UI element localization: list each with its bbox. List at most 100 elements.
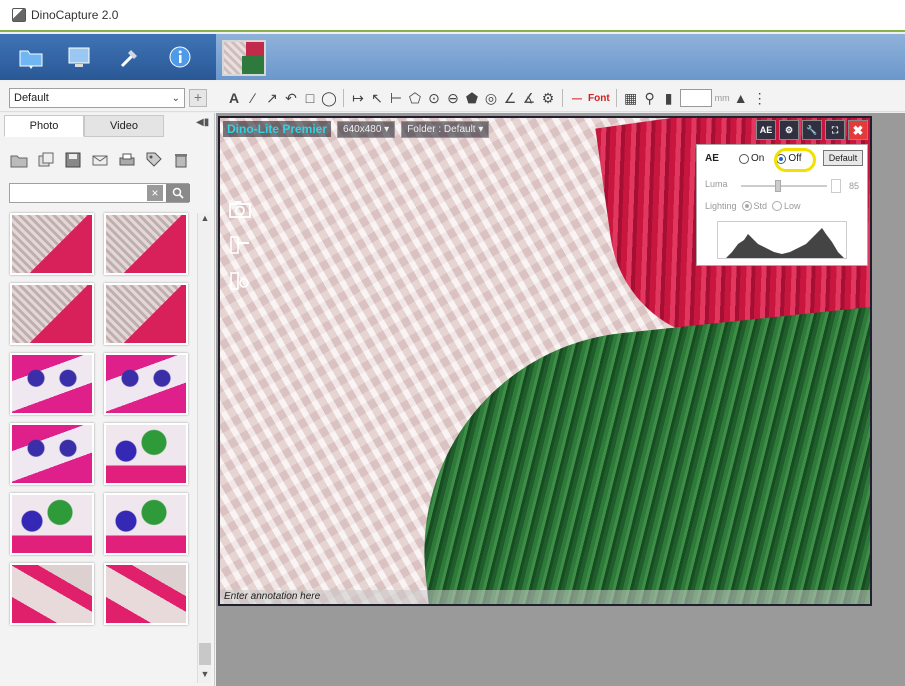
ruler-icon[interactable]: ▮	[661, 88, 677, 108]
print-icon[interactable]	[118, 151, 136, 169]
concentric-tool-icon[interactable]: ◎	[483, 88, 499, 108]
ae-settings-button[interactable]: AE	[756, 120, 776, 140]
gallery-thumbnail[interactable]	[10, 353, 94, 415]
add-profile-button[interactable]: +	[189, 89, 207, 107]
open-folder-icon[interactable]	[10, 151, 28, 169]
angle-tool-icon[interactable]: ∠	[502, 88, 518, 108]
capture-controls	[228, 198, 252, 292]
lighting-std-radio[interactable]: Std	[741, 201, 767, 211]
timelapse-icon[interactable]	[228, 270, 252, 292]
cursor-pointer-icon: ↖	[371, 89, 383, 106]
zoom-icon[interactable]: ⚲	[642, 88, 658, 108]
histogram-graph	[726, 228, 844, 258]
tab-video[interactable]: Video	[84, 115, 164, 137]
info-button[interactable]	[163, 42, 197, 72]
folder-select[interactable]: Folder : Default ▾	[401, 120, 490, 138]
luma-label: Luma	[705, 179, 728, 189]
resolution-select[interactable]: 640x480 ▾	[337, 120, 396, 138]
toolbar-divider	[615, 89, 617, 107]
gallery-thumbnail[interactable]	[10, 283, 94, 345]
ae-on-radio[interactable]: On	[739, 153, 764, 164]
gallery-thumbnail[interactable]	[10, 493, 94, 555]
folder-button[interactable]	[14, 42, 48, 72]
calibration-tool-icon[interactable]: ⚙	[540, 88, 556, 108]
scrollbar-thumb[interactable]	[199, 643, 211, 665]
ae-on-label: On	[751, 153, 765, 164]
wrench-icon	[120, 50, 137, 68]
arrow-tool-icon[interactable]: ↗	[264, 88, 280, 108]
magnification-field[interactable]	[679, 89, 712, 107]
app-icon	[12, 8, 26, 22]
lighting-label: Lighting	[705, 201, 737, 211]
angle-arc-tool-icon[interactable]: ∡	[521, 88, 537, 108]
viewer-controls: AE ⚙ 🔧 ⛶ ✖	[756, 120, 868, 140]
distance-tool-icon[interactable]: ↦	[350, 88, 366, 108]
image-adjust-icon[interactable]: ▲	[733, 88, 749, 108]
gallery-thumbnail[interactable]	[10, 213, 94, 275]
collapse-sidebar-icon[interactable]: ◀▮	[196, 117, 209, 128]
gallery-actions	[10, 151, 190, 169]
radio-icon	[772, 201, 783, 211]
scroll-up-icon[interactable]: ▲	[198, 213, 212, 227]
camera-icon[interactable]	[228, 198, 252, 220]
thumbnail-grid	[6, 213, 194, 683]
drawing-tools: A ∕ ↗ ↶ □ ◯ ↦ ↖ ⊢ ⬠ ⊙ ⊖ ⬟ ◎ ∠ ∡ ⚙ ─ Font…	[226, 87, 768, 109]
toolbar-divider	[562, 89, 563, 107]
profile-select[interactable]: Default ⌄	[9, 88, 185, 108]
unit-select[interactable]: mm	[715, 93, 730, 103]
exposure-gear-icon[interactable]: ⚙	[779, 120, 799, 140]
luma-value: 85	[849, 181, 860, 191]
ae-button-label: AE	[759, 124, 773, 135]
circle-diameter-tool-icon[interactable]: ⊖	[445, 88, 461, 108]
gallery-thumbnail[interactable]	[104, 493, 188, 555]
luma-slider-handle[interactable]	[775, 180, 781, 192]
pentagon-tool-icon[interactable]: ⬟	[464, 88, 480, 108]
circle-center-tool-icon[interactable]: ⊙	[426, 88, 442, 108]
overflow-icon[interactable]: ⋮	[752, 88, 768, 108]
settings-wrench-icon[interactable]: 🔧	[802, 120, 822, 140]
gallery-thumbnail[interactable]	[10, 563, 94, 625]
auto-exposure-panel: AE On Off Default Luma 85 Lighting Std L…	[696, 144, 868, 266]
lighting-row: Lighting Std Low	[705, 199, 865, 213]
gallery-thumbnail[interactable]	[104, 423, 188, 485]
gallery-thumbnail[interactable]	[104, 283, 188, 345]
gallery-thumbnail[interactable]	[104, 563, 188, 625]
gallery-scrollbar[interactable]: ▲ ▼	[197, 213, 211, 683]
font-button[interactable]: Font	[588, 88, 610, 108]
live-preview-thumbnail[interactable]	[222, 40, 266, 76]
text-tool-icon[interactable]: A	[226, 88, 242, 108]
toolbar-divider	[343, 89, 344, 107]
rectangle-tool-icon[interactable]: □	[302, 88, 318, 108]
monitor-button[interactable]	[62, 42, 96, 72]
scroll-down-icon[interactable]: ▼	[198, 669, 212, 683]
line-tool-icon[interactable]: ∕	[245, 88, 261, 108]
email-icon[interactable]	[91, 151, 109, 169]
line-color-icon[interactable]: ─	[569, 88, 585, 108]
annotation-field[interactable]: Enter annotation here	[220, 590, 870, 604]
perpendicular-tool-icon[interactable]: ⊢	[388, 88, 404, 108]
ellipse-tool-icon[interactable]: ◯	[321, 88, 337, 108]
luma-stepper[interactable]	[831, 179, 841, 193]
lighting-low-radio[interactable]: Low	[772, 201, 801, 211]
main-nav-bar	[0, 34, 905, 80]
trash-icon[interactable]	[172, 151, 190, 169]
grid-icon[interactable]: ▦	[623, 88, 639, 108]
close-icon[interactable]: ✖	[848, 120, 868, 140]
search-button[interactable]	[166, 184, 190, 202]
ae-label: AE	[705, 153, 719, 164]
copy-icon[interactable]	[37, 151, 55, 169]
polygon-tool-icon[interactable]: ⬠	[407, 88, 423, 108]
default-button[interactable]: Default	[823, 150, 863, 166]
luma-slider[interactable]	[741, 185, 827, 187]
save-icon[interactable]	[64, 151, 82, 169]
timer-capture-icon[interactable]	[228, 234, 252, 256]
fullscreen-icon[interactable]: ⛶	[825, 120, 845, 140]
gallery-thumbnail[interactable]	[104, 213, 188, 275]
polyline-tool-icon[interactable]: ↶	[283, 88, 299, 108]
tag-icon[interactable]	[145, 151, 163, 169]
tools-button[interactable]	[112, 42, 146, 72]
tab-photo[interactable]: Photo	[4, 115, 84, 137]
clear-search-icon[interactable]: ×	[147, 185, 163, 201]
gallery-thumbnail[interactable]	[10, 423, 94, 485]
gallery-thumbnail[interactable]	[104, 353, 188, 415]
